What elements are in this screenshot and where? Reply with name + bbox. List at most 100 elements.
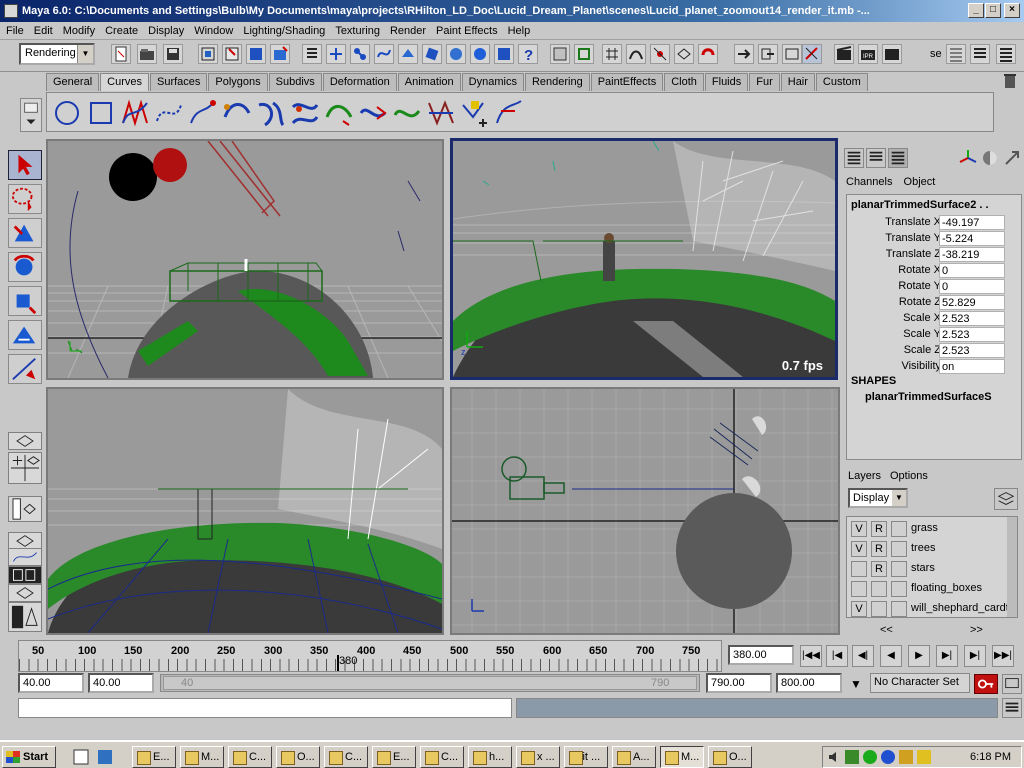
- manipulator-tool-icon[interactable]: [8, 320, 42, 350]
- add-points-icon[interactable]: [459, 97, 491, 129]
- range-slider[interactable]: 40 790: [160, 674, 700, 692]
- select-tool-icon[interactable]: [8, 150, 42, 180]
- ep-curve-tool-icon[interactable]: [153, 97, 185, 129]
- command-line-input[interactable]: [18, 698, 512, 718]
- rendering-icon[interactable]: [470, 44, 490, 64]
- layer-render-toggle[interactable]: [871, 601, 887, 617]
- shelf-menu-button[interactable]: [20, 98, 42, 132]
- make-live-icon[interactable]: [698, 44, 718, 64]
- shading-sphere-icon[interactable]: [980, 148, 1000, 168]
- quick-launch-icon[interactable]: [96, 748, 114, 766]
- play-backward-icon[interactable]: ◀: [880, 645, 902, 667]
- layout-hypershade-icon[interactable]: [8, 566, 42, 584]
- character-set-menu-icon[interactable]: ▼: [846, 674, 866, 694]
- attr-value[interactable]: 0: [939, 263, 1005, 278]
- new-scene-icon[interactable]: [111, 44, 131, 64]
- filter-icon[interactable]: [302, 44, 322, 64]
- attribute-editor-icon[interactable]: [946, 44, 966, 64]
- playback-start-field[interactable]: 40.00: [88, 673, 154, 693]
- viewport-perspective[interactable]: z 0.7 fps: [450, 138, 838, 380]
- task-button-active[interactable]: M...: [660, 746, 704, 768]
- layer-name[interactable]: grass: [911, 522, 938, 534]
- task-button[interactable]: E...: [132, 746, 176, 768]
- attr-visibility[interactable]: Visibility on: [847, 359, 1017, 375]
- layout-single-icon[interactable]: [8, 432, 42, 450]
- construction-history-icon[interactable]: [782, 44, 802, 64]
- layout-custom-icon[interactable]: [8, 602, 42, 632]
- shelf-tab-polygons[interactable]: Polygons: [208, 73, 268, 91]
- arrow-tool-icon[interactable]: [1002, 148, 1022, 168]
- start-button[interactable]: Start: [2, 746, 56, 768]
- attr-scale-z[interactable]: Scale Z 2.523: [847, 343, 1017, 359]
- layout-four-panel-icon[interactable]: [8, 452, 42, 484]
- cv-curve-tool-icon[interactable]: [119, 97, 151, 129]
- layer-render-toggle[interactable]: R: [871, 541, 887, 557]
- layer-render-toggle[interactable]: [871, 581, 887, 597]
- layer-name[interactable]: will_shephard_cardt: [911, 602, 1009, 614]
- select-by-type-icon[interactable]: [270, 44, 290, 64]
- manipulator-axes-icon[interactable]: [958, 148, 978, 168]
- task-button[interactable]: M...: [180, 746, 224, 768]
- menu-modify[interactable]: Modify: [63, 25, 95, 37]
- viewport-side[interactable]: [46, 139, 444, 380]
- layer-row[interactable]: R stars: [849, 559, 1009, 577]
- lasso-tool-icon[interactable]: [8, 184, 42, 214]
- layout-graph-editor-icon[interactable]: [8, 548, 42, 566]
- snap-plane-icon[interactable]: [674, 44, 694, 64]
- go-to-end-icon[interactable]: ▶▶|: [992, 645, 1014, 667]
- save-scene-icon[interactable]: [163, 44, 183, 64]
- task-button[interactable]: h...: [468, 746, 512, 768]
- layer-visibility-toggle[interactable]: V: [851, 521, 867, 537]
- shelf-tab-cloth[interactable]: Cloth: [664, 73, 704, 91]
- menu-help[interactable]: Help: [508, 25, 531, 37]
- render-settings-icon[interactable]: [802, 44, 822, 64]
- layers-menu[interactable]: Layers: [848, 470, 881, 482]
- shelf-tab-hair[interactable]: Hair: [780, 73, 815, 91]
- task-button[interactable]: C...: [420, 746, 464, 768]
- menu-lighting-shading[interactable]: Lighting/Shading: [243, 25, 325, 37]
- shelf-tab-dynamics[interactable]: Dynamics: [461, 73, 524, 91]
- shelf-tab-painteffects[interactable]: PaintEffects: [590, 73, 664, 91]
- shelf-tab-curves[interactable]: Curves: [100, 73, 149, 91]
- go-to-start-icon[interactable]: |◀◀: [800, 645, 822, 667]
- attr-translate-x[interactable]: Translate X -49.197: [847, 215, 1017, 231]
- animation-preferences-icon[interactable]: [1002, 674, 1022, 694]
- lightning-icon[interactable]: [917, 750, 931, 764]
- layer-row[interactable]: V will_shephard_cardt: [849, 599, 1009, 617]
- step-back-key-icon[interactable]: ◀|: [852, 645, 874, 667]
- tool-settings-icon[interactable]: [970, 44, 990, 64]
- animation-end-field[interactable]: 800.00: [776, 673, 842, 693]
- arc-tool-icon[interactable]: [221, 97, 253, 129]
- layer-row[interactable]: V R grass: [849, 519, 1009, 537]
- new-layer-icon[interactable]: [994, 488, 1018, 510]
- rebuild-curve-icon[interactable]: [425, 97, 457, 129]
- layer-color-swatch[interactable]: [891, 561, 907, 577]
- attr-value[interactable]: 2.523: [939, 311, 1005, 326]
- close-button[interactable]: ×: [1004, 3, 1020, 18]
- shelf-tab-general[interactable]: General: [46, 73, 100, 91]
- layout-persp-outliner-icon[interactable]: [8, 584, 42, 602]
- layer-name[interactable]: floating_boxes: [911, 582, 982, 594]
- ipr-render-icon[interactable]: IPR: [858, 44, 878, 64]
- selected-object-name[interactable]: planarTrimmedSurface2 . .: [851, 199, 989, 211]
- layer-editor-mode-icon[interactable]: [866, 148, 886, 168]
- shelf-tab-fluids[interactable]: Fluids: [704, 73, 749, 91]
- trash-icon[interactable]: [1002, 72, 1018, 90]
- step-back-icon[interactable]: |◀: [826, 645, 848, 667]
- menu-display[interactable]: Display: [148, 25, 184, 37]
- layer-row[interactable]: floating_boxes: [849, 579, 1009, 597]
- shelf-tab-fur[interactable]: Fur: [749, 73, 780, 91]
- menu-file[interactable]: File: [6, 25, 24, 37]
- shelf-tab-subdivs[interactable]: Subdivs: [268, 73, 322, 91]
- time-slider[interactable]: 50 100 150 200 250 300 350 400 450 500 5…: [18, 640, 723, 672]
- attr-value[interactable]: -5.224: [939, 231, 1005, 246]
- attr-scale-y[interactable]: Scale Y 2.523: [847, 327, 1017, 343]
- joints-icon[interactable]: [350, 44, 370, 64]
- attr-value[interactable]: 52.829: [939, 295, 1005, 310]
- pencil-curve-icon[interactable]: [187, 97, 219, 129]
- shelf-tab-rendering[interactable]: Rendering: [524, 73, 590, 91]
- layer-name[interactable]: stars: [911, 562, 935, 574]
- channel-box-mode-icon[interactable]: [844, 148, 864, 168]
- task-button[interactable]: O...: [276, 746, 320, 768]
- layer-list-scrollbar[interactable]: [1007, 517, 1017, 617]
